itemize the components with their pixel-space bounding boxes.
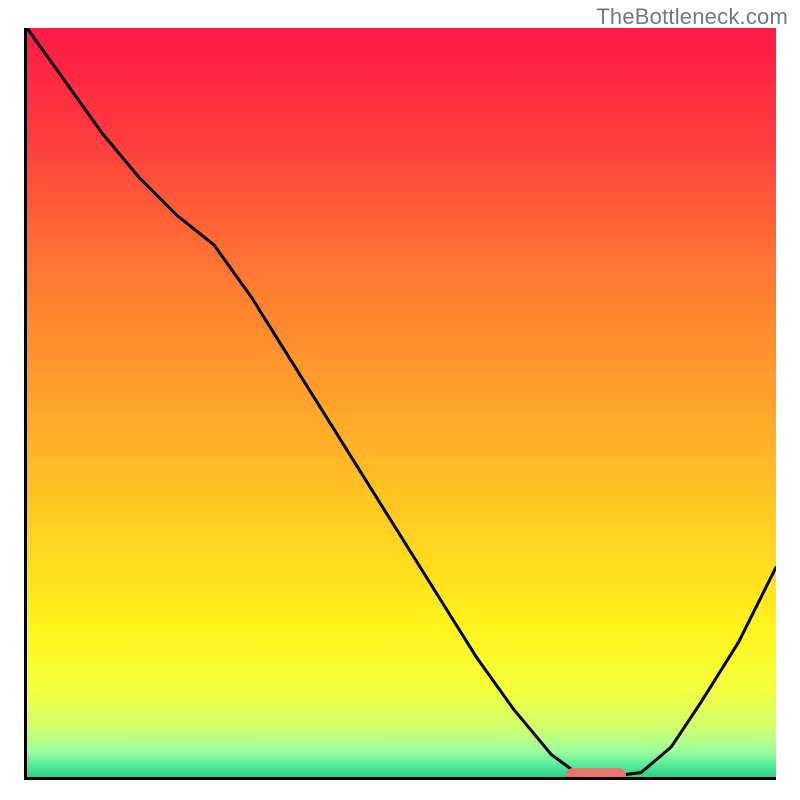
bottleneck-chart: TheBottleneck.com <box>0 0 800 800</box>
bottleneck-curve <box>27 28 776 777</box>
watermark-text: TheBottleneck.com <box>596 4 788 30</box>
plot-area <box>24 28 776 780</box>
optimal-marker <box>566 768 626 780</box>
